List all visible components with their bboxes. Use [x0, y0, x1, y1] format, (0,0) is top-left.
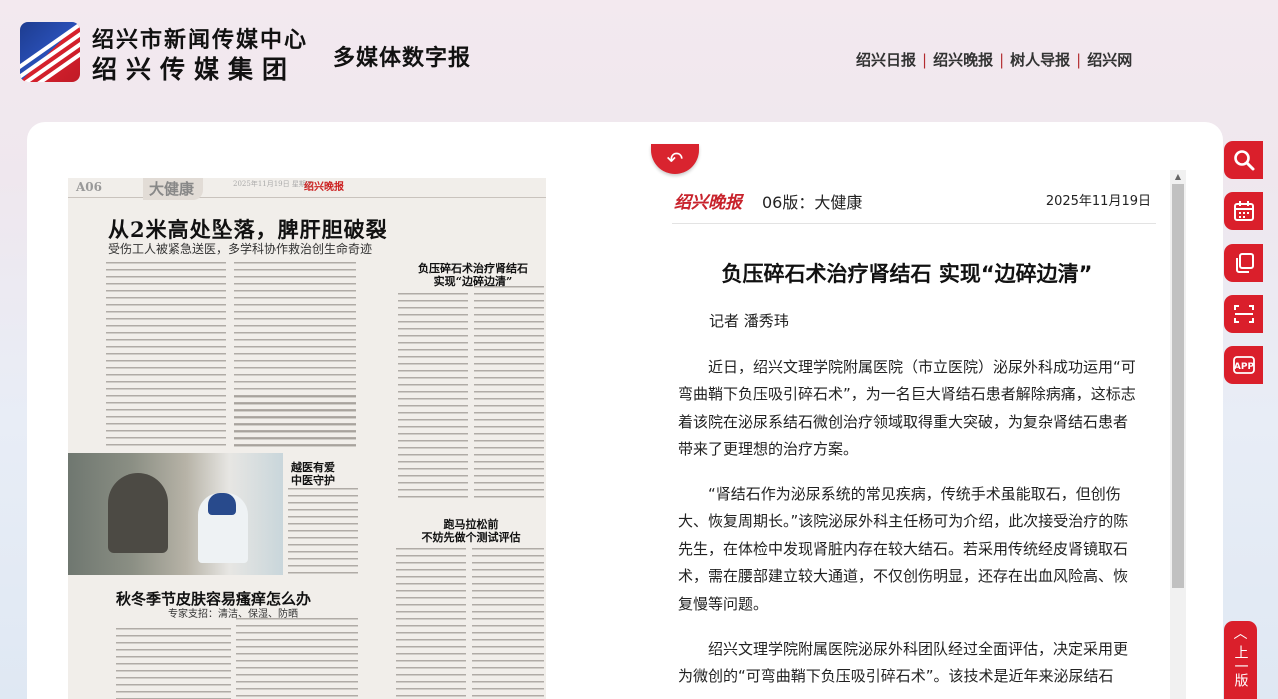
- org-group-name: 绍兴传媒集团: [92, 55, 297, 84]
- search-icon: [1233, 150, 1254, 171]
- story-title[interactable]: 负压碎石术治疗肾结石 实现“边碎边清”: [400, 262, 546, 288]
- story-text-block: [474, 286, 544, 503]
- page-masthead: 绍兴晚报: [304, 182, 344, 193]
- page-section: 大健康: [143, 178, 203, 200]
- story-title[interactable]: 跑马拉松前 不妨先做个测试评估: [398, 518, 544, 544]
- nav-link-shaoxing-net[interactable]: 绍兴网: [1087, 49, 1132, 70]
- article-meta-bar: 绍兴晚报 06版：大健康 2025年11月19日: [672, 186, 1156, 224]
- scroll-up-arrow-icon[interactable]: ▲: [1170, 170, 1186, 184]
- calendar-button[interactable]: [1224, 192, 1263, 230]
- calendar-icon: [1233, 201, 1254, 221]
- story-photo[interactable]: [68, 453, 283, 575]
- story-text-block: [396, 548, 466, 699]
- story-text-block: [106, 262, 226, 447]
- site-title: 多媒体数字报: [333, 45, 472, 71]
- nav-separator: |: [999, 50, 1005, 69]
- nav-separator: |: [1076, 50, 1082, 69]
- scan-button[interactable]: [1224, 295, 1263, 333]
- copy-icon: [1235, 253, 1254, 273]
- article-title: 负压碎石术治疗肾结石 实现“边碎边清”: [721, 262, 1093, 286]
- reader-masthead: 绍兴晚报: [674, 193, 742, 213]
- search-button[interactable]: [1224, 141, 1263, 179]
- article-paragraph: “肾结石作为泌尿系统的常见疾病，传统手术虽能取石，但创伤大、恢复周期长。”该院泌…: [678, 485, 1129, 613]
- nav-link-shuren-guide[interactable]: 树人导报: [1010, 49, 1070, 70]
- app-button[interactable]: APP: [1224, 346, 1263, 384]
- nav-link-shaoxing-daily[interactable]: 绍兴日报: [856, 49, 916, 70]
- top-nav: 绍兴日报 | 绍兴晚报 | 树人导报 | 绍兴网: [856, 49, 1132, 70]
- story-text-block: [234, 396, 356, 448]
- previous-page-label: 上一版: [1232, 645, 1249, 687]
- story-text-block: [398, 293, 468, 503]
- story-text-block: [288, 488, 358, 578]
- previous-page-button[interactable]: ︿ 上一版: [1224, 621, 1257, 699]
- article-paragraph: 绍兴文理学院附属医院泌尿外科团队经过全面评估，决定采用更为微创的“可弯曲鞘下负压…: [678, 640, 1129, 686]
- logo-icon: [20, 22, 80, 82]
- back-arrow-icon: ↶: [666, 147, 684, 171]
- app-label: APP: [1233, 362, 1254, 372]
- page-date: 2025年11月19日 星期三: [233, 180, 313, 188]
- story-text-block: [116, 628, 231, 699]
- page-number: A06: [76, 180, 103, 194]
- edition-date: 2025年11月19日: [1045, 194, 1151, 209]
- story-text-block: [472, 548, 544, 699]
- scrollbar-thumb[interactable]: [1172, 184, 1184, 588]
- chevron-up-icon: ︿: [1233, 626, 1248, 642]
- story-title[interactable]: 越医有爱 中医守护: [283, 461, 343, 487]
- article-paragraph: 近日，绍兴文理学院附属医院（市立医院）泌尿外科成功运用“可弯曲鞘下负压吸引碎石术…: [678, 358, 1136, 459]
- nav-separator: |: [922, 50, 928, 69]
- app-icon: APP: [1232, 356, 1255, 374]
- edition-label: 06版：大健康: [762, 193, 863, 212]
- story-subheadline: 受伤工人被紧急送医，多学科协作救治创生命奇迹: [108, 242, 373, 256]
- copy-button[interactable]: [1224, 244, 1263, 282]
- story-text-block: [236, 618, 358, 699]
- article-author: 记者 潘秀玮: [709, 312, 789, 330]
- nav-link-shaoxing-evening[interactable]: 绍兴晚报: [933, 49, 993, 70]
- newspaper-page[interactable]: A06 大健康 2025年11月19日 星期三 绍兴晚报 从2米高处坠落，脾肝胆…: [68, 178, 546, 699]
- scan-icon: [1233, 305, 1254, 323]
